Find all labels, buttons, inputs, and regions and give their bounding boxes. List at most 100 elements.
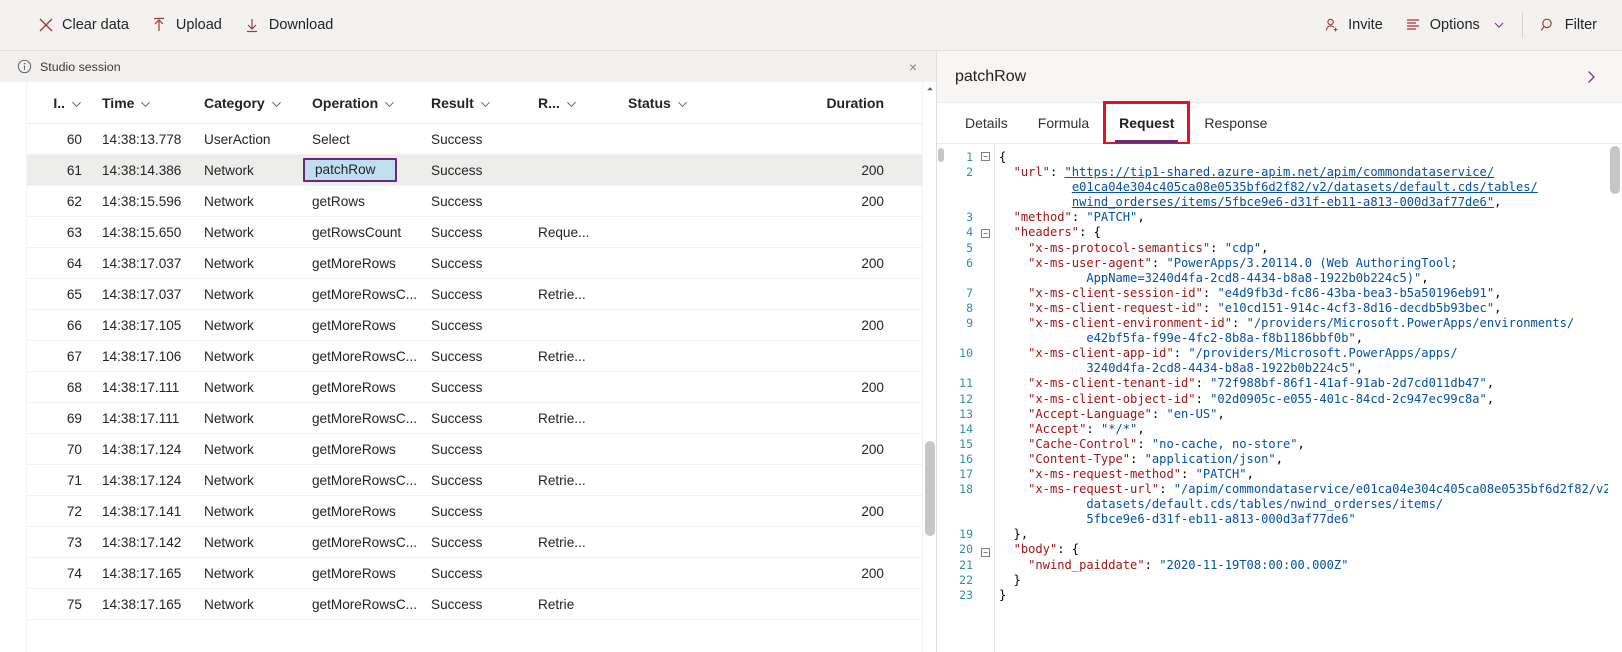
code-line-number: 9: [945, 316, 973, 331]
scroll-up-arrow-icon[interactable]: [923, 82, 937, 96]
code-left-scroll-indicator[interactable]: [937, 144, 945, 652]
cell-category: Network: [194, 597, 302, 612]
session-close-icon[interactable]: ×: [902, 56, 924, 78]
cell-result: Success: [422, 473, 530, 488]
column-header-r[interactable]: R...: [530, 95, 620, 111]
table-row[interactable]: 7414:38:17.165NetworkgetMoreRowsSuccess2…: [27, 558, 922, 589]
code-fold-gutter[interactable]: − − −: [977, 144, 994, 652]
cell-category: Network: [194, 380, 302, 395]
column-header-status[interactable]: Status: [620, 95, 718, 111]
column-header-id[interactable]: I..: [27, 95, 82, 111]
tab-details[interactable]: Details: [951, 103, 1022, 143]
table-row[interactable]: 6714:38:17.106NetworkgetMoreRowsC...Succ…: [27, 341, 922, 372]
cell-time: 14:38:17.037: [82, 287, 194, 302]
table-row[interactable]: 6114:38:14.386NetworkpatchRowSuccess200: [27, 155, 922, 186]
code-line-body-field: "nwind_paiddate": "2020-11-19T08:00:00.0…: [999, 558, 1608, 573]
code-line-number: 19: [945, 527, 973, 542]
code-scrollbar[interactable]: [1608, 144, 1622, 652]
filter-button[interactable]: Filter: [1529, 5, 1608, 45]
invite-button[interactable]: Invite: [1312, 5, 1394, 45]
info-icon: [17, 59, 32, 74]
column-header-category[interactable]: Category: [194, 95, 302, 111]
upload-button[interactable]: Upload: [140, 5, 233, 45]
code-scrollbar-thumb[interactable]: [1610, 146, 1620, 194]
download-label: Download: [269, 17, 334, 33]
table-row[interactable]: 6514:38:17.037NetworkgetMoreRowsC...Succ…: [27, 279, 922, 310]
code-fold-slot: [977, 260, 994, 275]
cell-id: 67: [27, 349, 82, 364]
table-row[interactable]: 7214:38:17.141NetworkgetMoreRowsSuccess2…: [27, 496, 922, 527]
code-line-number: 12: [945, 392, 973, 407]
code-fold-slot: [977, 411, 994, 426]
cell-category: Network: [194, 163, 302, 178]
column-header-status-label: Status: [628, 95, 671, 111]
powerapps-monitor-window: Clear data Upload Download: [0, 0, 1622, 652]
code-fold-slot: [977, 335, 994, 350]
cell-duration: 200: [718, 163, 908, 178]
code-line-close-brace: }: [999, 588, 1608, 603]
table-row[interactable]: 6914:38:17.111NetworkgetMoreRowsC...Succ…: [27, 403, 922, 434]
tab-request[interactable]: Request: [1105, 103, 1188, 143]
cell-operation: getRows: [302, 194, 422, 209]
code-scroll-region[interactable]: 1234567891011121314151617181920212223 −−…: [945, 144, 1608, 652]
table-row[interactable]: 6314:38:15.650NetworkgetRowsCountSuccess…: [27, 217, 922, 248]
code-line-number: [945, 180, 973, 195]
cell-result: Success: [422, 318, 530, 333]
table-scrollbar-thumb[interactable]: [925, 441, 935, 536]
cell-operation: getMoreRows: [302, 256, 422, 271]
code-fold-slot: [977, 396, 994, 411]
collapse-minus-icon[interactable]: −: [981, 152, 990, 161]
collapse-minus-icon[interactable]: −: [981, 229, 990, 238]
table-row[interactable]: 6414:38:17.037NetworkgetMoreRowsSuccess2…: [27, 248, 922, 279]
collapse-minus-icon[interactable]: −: [981, 548, 990, 557]
table-row[interactable]: 6014:38:13.778UserActionSelectSuccess: [27, 124, 922, 155]
code-fold-slot: [977, 182, 994, 197]
code-line-number: [945, 361, 973, 376]
invite-label: Invite: [1348, 17, 1383, 33]
request-url-link[interactable]: "https://tip1-shared.azure-apim.net/apim…: [1065, 165, 1495, 179]
clear-data-button[interactable]: Clear data: [26, 5, 140, 45]
column-header-duration[interactable]: Duration: [718, 95, 908, 111]
cell-r: Reque...: [530, 225, 620, 240]
cell-result: Success: [422, 194, 530, 209]
code-line-number: 1: [945, 150, 973, 165]
table-row[interactable]: 7514:38:17.165NetworkgetMoreRowsC...Succ…: [27, 589, 922, 620]
chevron-down-icon: [271, 97, 282, 108]
table-row[interactable]: 6614:38:17.105NetworkgetMoreRowsSuccess2…: [27, 310, 922, 341]
toolbar-divider: [1522, 12, 1523, 38]
code-line-header: "Accept-Language": "en-US",: [999, 407, 1608, 422]
chevron-down-icon: [140, 97, 151, 108]
table-scrollbar[interactable]: [922, 82, 936, 652]
code-content[interactable]: { "url": "https://tip1-shared.azure-apim…: [994, 144, 1608, 652]
table-row[interactable]: 7114:38:17.124NetworkgetMoreRowsC...Succ…: [27, 465, 922, 496]
download-icon: [244, 17, 261, 34]
cell-operation: getMoreRows: [302, 318, 422, 333]
page-title: patchRow: [955, 68, 1026, 86]
code-line-numbers: 1234567891011121314151617181920212223: [945, 144, 977, 652]
code-fold-slot: [977, 531, 994, 546]
request-url-link[interactable]: e01ca04e304c405ca08e0535bf6d2f82/v2/data…: [1072, 180, 1538, 194]
code-left-scroll-thumb[interactable]: [938, 148, 944, 162]
selected-operation-chip[interactable]: patchRow: [303, 158, 397, 182]
session-bar: Studio session ×: [0, 51, 936, 82]
tab-response[interactable]: Response: [1190, 103, 1281, 143]
expand-chevron-right-icon[interactable]: [1580, 66, 1602, 88]
table-row[interactable]: 7014:38:17.124NetworkgetMoreRowsSuccess2…: [27, 434, 922, 465]
table-row[interactable]: 6214:38:15.596NetworkgetRowsSuccess200: [27, 186, 922, 217]
column-header-result[interactable]: Result: [422, 95, 530, 111]
filter-label: Filter: [1565, 17, 1597, 33]
table-row[interactable]: 6814:38:17.111NetworkgetMoreRowsSuccess2…: [27, 372, 922, 403]
code-line-number: 21: [945, 558, 973, 573]
download-button[interactable]: Download: [233, 5, 345, 45]
column-header-time[interactable]: Time: [82, 95, 194, 111]
column-header-operation[interactable]: Operation: [302, 95, 422, 111]
options-button[interactable]: Options: [1394, 5, 1516, 45]
request-url-link[interactable]: nwind_orderses/items/5fbce9e6-d31f-eb11-…: [1072, 195, 1494, 209]
code-line-number: 10: [945, 346, 973, 361]
code-line-number: 4: [945, 225, 973, 240]
tab-formula[interactable]: Formula: [1024, 103, 1103, 143]
details-tablist: DetailsFormulaRequestResponse: [937, 103, 1622, 144]
table-scrollbar-track[interactable]: [923, 96, 937, 652]
code-fold-slot: [977, 516, 994, 531]
table-row[interactable]: 7314:38:17.142NetworkgetMoreRowsC...Succ…: [27, 527, 922, 558]
